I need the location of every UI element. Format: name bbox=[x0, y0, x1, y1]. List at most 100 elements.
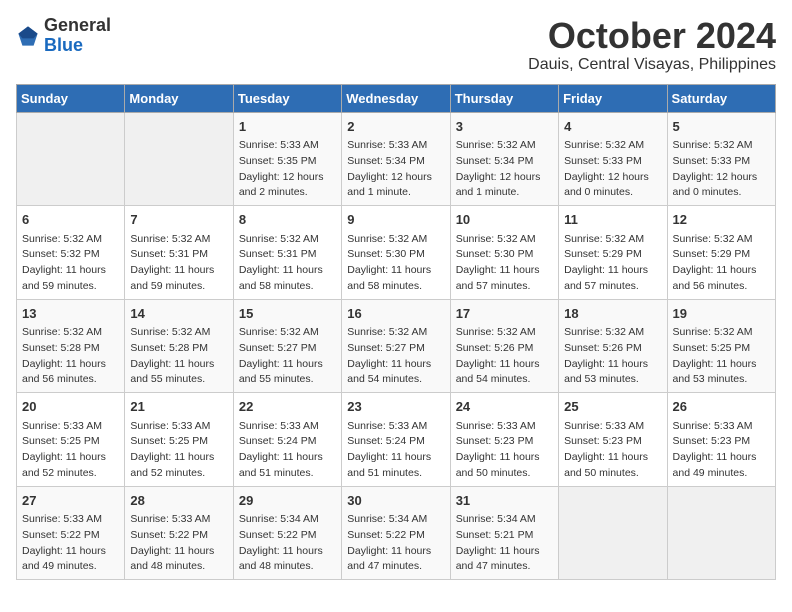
calendar-header: SundayMondayTuesdayWednesdayThursdayFrid… bbox=[17, 84, 776, 112]
header-cell-wednesday: Wednesday bbox=[342, 84, 450, 112]
day-info: Sunrise: 5:32 AM Sunset: 5:28 PM Dayligh… bbox=[22, 325, 119, 388]
day-number: 23 bbox=[347, 397, 444, 417]
header-cell-friday: Friday bbox=[559, 84, 667, 112]
day-number: 2 bbox=[347, 117, 444, 137]
day-cell: 14Sunrise: 5:32 AM Sunset: 5:28 PM Dayli… bbox=[125, 299, 233, 393]
day-cell: 27Sunrise: 5:33 AM Sunset: 5:22 PM Dayli… bbox=[17, 486, 125, 580]
day-info: Sunrise: 5:32 AM Sunset: 5:33 PM Dayligh… bbox=[673, 138, 770, 201]
day-number: 8 bbox=[239, 210, 336, 230]
day-cell bbox=[17, 112, 125, 206]
header-cell-saturday: Saturday bbox=[667, 84, 775, 112]
day-cell: 3Sunrise: 5:32 AM Sunset: 5:34 PM Daylig… bbox=[450, 112, 558, 206]
day-info: Sunrise: 5:32 AM Sunset: 5:29 PM Dayligh… bbox=[673, 232, 770, 295]
day-info: Sunrise: 5:33 AM Sunset: 5:23 PM Dayligh… bbox=[564, 419, 661, 482]
day-number: 1 bbox=[239, 117, 336, 137]
day-cell: 24Sunrise: 5:33 AM Sunset: 5:23 PM Dayli… bbox=[450, 393, 558, 487]
day-info: Sunrise: 5:32 AM Sunset: 5:27 PM Dayligh… bbox=[239, 325, 336, 388]
day-cell: 29Sunrise: 5:34 AM Sunset: 5:22 PM Dayli… bbox=[233, 486, 341, 580]
day-number: 5 bbox=[673, 117, 770, 137]
day-cell: 30Sunrise: 5:34 AM Sunset: 5:22 PM Dayli… bbox=[342, 486, 450, 580]
day-number: 21 bbox=[130, 397, 227, 417]
day-number: 9 bbox=[347, 210, 444, 230]
day-cell: 15Sunrise: 5:32 AM Sunset: 5:27 PM Dayli… bbox=[233, 299, 341, 393]
day-info: Sunrise: 5:32 AM Sunset: 5:25 PM Dayligh… bbox=[673, 325, 770, 388]
day-cell: 6Sunrise: 5:32 AM Sunset: 5:32 PM Daylig… bbox=[17, 206, 125, 300]
calendar-table: SundayMondayTuesdayWednesdayThursdayFrid… bbox=[16, 84, 776, 581]
day-number: 4 bbox=[564, 117, 661, 137]
day-cell: 19Sunrise: 5:32 AM Sunset: 5:25 PM Dayli… bbox=[667, 299, 775, 393]
day-cell: 21Sunrise: 5:33 AM Sunset: 5:25 PM Dayli… bbox=[125, 393, 233, 487]
day-info: Sunrise: 5:32 AM Sunset: 5:34 PM Dayligh… bbox=[456, 138, 553, 201]
day-number: 25 bbox=[564, 397, 661, 417]
day-cell bbox=[667, 486, 775, 580]
day-info: Sunrise: 5:33 AM Sunset: 5:25 PM Dayligh… bbox=[22, 419, 119, 482]
logo-text: General Blue bbox=[44, 16, 111, 56]
day-number: 27 bbox=[22, 491, 119, 511]
day-cell: 31Sunrise: 5:34 AM Sunset: 5:21 PM Dayli… bbox=[450, 486, 558, 580]
location-subtitle: Dauis, Central Visayas, Philippines bbox=[528, 56, 776, 74]
day-info: Sunrise: 5:33 AM Sunset: 5:24 PM Dayligh… bbox=[347, 419, 444, 482]
day-cell: 10Sunrise: 5:32 AM Sunset: 5:30 PM Dayli… bbox=[450, 206, 558, 300]
day-info: Sunrise: 5:32 AM Sunset: 5:27 PM Dayligh… bbox=[347, 325, 444, 388]
day-info: Sunrise: 5:34 AM Sunset: 5:22 PM Dayligh… bbox=[347, 512, 444, 575]
day-info: Sunrise: 5:34 AM Sunset: 5:21 PM Dayligh… bbox=[456, 512, 553, 575]
week-row-4: 20Sunrise: 5:33 AM Sunset: 5:25 PM Dayli… bbox=[17, 393, 776, 487]
day-cell: 13Sunrise: 5:32 AM Sunset: 5:28 PM Dayli… bbox=[17, 299, 125, 393]
day-cell: 1Sunrise: 5:33 AM Sunset: 5:35 PM Daylig… bbox=[233, 112, 341, 206]
day-cell bbox=[125, 112, 233, 206]
header-row: SundayMondayTuesdayWednesdayThursdayFrid… bbox=[17, 84, 776, 112]
day-number: 6 bbox=[22, 210, 119, 230]
day-cell: 17Sunrise: 5:32 AM Sunset: 5:26 PM Dayli… bbox=[450, 299, 558, 393]
day-number: 10 bbox=[456, 210, 553, 230]
day-info: Sunrise: 5:32 AM Sunset: 5:33 PM Dayligh… bbox=[564, 138, 661, 201]
page-header: General Blue October 2024 Dauis, Central… bbox=[16, 16, 776, 74]
day-info: Sunrise: 5:32 AM Sunset: 5:26 PM Dayligh… bbox=[456, 325, 553, 388]
week-row-1: 1Sunrise: 5:33 AM Sunset: 5:35 PM Daylig… bbox=[17, 112, 776, 206]
day-info: Sunrise: 5:33 AM Sunset: 5:34 PM Dayligh… bbox=[347, 138, 444, 201]
day-info: Sunrise: 5:33 AM Sunset: 5:23 PM Dayligh… bbox=[673, 419, 770, 482]
day-info: Sunrise: 5:33 AM Sunset: 5:35 PM Dayligh… bbox=[239, 138, 336, 201]
day-number: 3 bbox=[456, 117, 553, 137]
day-number: 20 bbox=[22, 397, 119, 417]
day-cell: 11Sunrise: 5:32 AM Sunset: 5:29 PM Dayli… bbox=[559, 206, 667, 300]
day-cell bbox=[559, 486, 667, 580]
day-info: Sunrise: 5:32 AM Sunset: 5:29 PM Dayligh… bbox=[564, 232, 661, 295]
month-year-title: October 2024 bbox=[528, 16, 776, 56]
day-cell: 18Sunrise: 5:32 AM Sunset: 5:26 PM Dayli… bbox=[559, 299, 667, 393]
day-number: 11 bbox=[564, 210, 661, 230]
day-number: 12 bbox=[673, 210, 770, 230]
day-number: 24 bbox=[456, 397, 553, 417]
day-info: Sunrise: 5:34 AM Sunset: 5:22 PM Dayligh… bbox=[239, 512, 336, 575]
day-number: 18 bbox=[564, 304, 661, 324]
day-cell: 12Sunrise: 5:32 AM Sunset: 5:29 PM Dayli… bbox=[667, 206, 775, 300]
day-cell: 28Sunrise: 5:33 AM Sunset: 5:22 PM Dayli… bbox=[125, 486, 233, 580]
day-cell: 23Sunrise: 5:33 AM Sunset: 5:24 PM Dayli… bbox=[342, 393, 450, 487]
day-number: 14 bbox=[130, 304, 227, 324]
title-block: October 2024 Dauis, Central Visayas, Phi… bbox=[528, 16, 776, 74]
day-number: 26 bbox=[673, 397, 770, 417]
day-info: Sunrise: 5:33 AM Sunset: 5:22 PM Dayligh… bbox=[22, 512, 119, 575]
day-number: 17 bbox=[456, 304, 553, 324]
header-cell-sunday: Sunday bbox=[17, 84, 125, 112]
day-number: 29 bbox=[239, 491, 336, 511]
day-info: Sunrise: 5:33 AM Sunset: 5:24 PM Dayligh… bbox=[239, 419, 336, 482]
logo-icon bbox=[16, 24, 40, 48]
day-info: Sunrise: 5:32 AM Sunset: 5:31 PM Dayligh… bbox=[130, 232, 227, 295]
day-cell: 26Sunrise: 5:33 AM Sunset: 5:23 PM Dayli… bbox=[667, 393, 775, 487]
day-info: Sunrise: 5:32 AM Sunset: 5:32 PM Dayligh… bbox=[22, 232, 119, 295]
day-info: Sunrise: 5:33 AM Sunset: 5:23 PM Dayligh… bbox=[456, 419, 553, 482]
day-cell: 4Sunrise: 5:32 AM Sunset: 5:33 PM Daylig… bbox=[559, 112, 667, 206]
day-number: 15 bbox=[239, 304, 336, 324]
day-cell: 5Sunrise: 5:32 AM Sunset: 5:33 PM Daylig… bbox=[667, 112, 775, 206]
day-number: 30 bbox=[347, 491, 444, 511]
day-number: 16 bbox=[347, 304, 444, 324]
week-row-5: 27Sunrise: 5:33 AM Sunset: 5:22 PM Dayli… bbox=[17, 486, 776, 580]
day-info: Sunrise: 5:32 AM Sunset: 5:28 PM Dayligh… bbox=[130, 325, 227, 388]
day-info: Sunrise: 5:32 AM Sunset: 5:30 PM Dayligh… bbox=[456, 232, 553, 295]
day-number: 31 bbox=[456, 491, 553, 511]
day-cell: 2Sunrise: 5:33 AM Sunset: 5:34 PM Daylig… bbox=[342, 112, 450, 206]
day-cell: 16Sunrise: 5:32 AM Sunset: 5:27 PM Dayli… bbox=[342, 299, 450, 393]
day-info: Sunrise: 5:32 AM Sunset: 5:31 PM Dayligh… bbox=[239, 232, 336, 295]
day-cell: 9Sunrise: 5:32 AM Sunset: 5:30 PM Daylig… bbox=[342, 206, 450, 300]
day-cell: 7Sunrise: 5:32 AM Sunset: 5:31 PM Daylig… bbox=[125, 206, 233, 300]
